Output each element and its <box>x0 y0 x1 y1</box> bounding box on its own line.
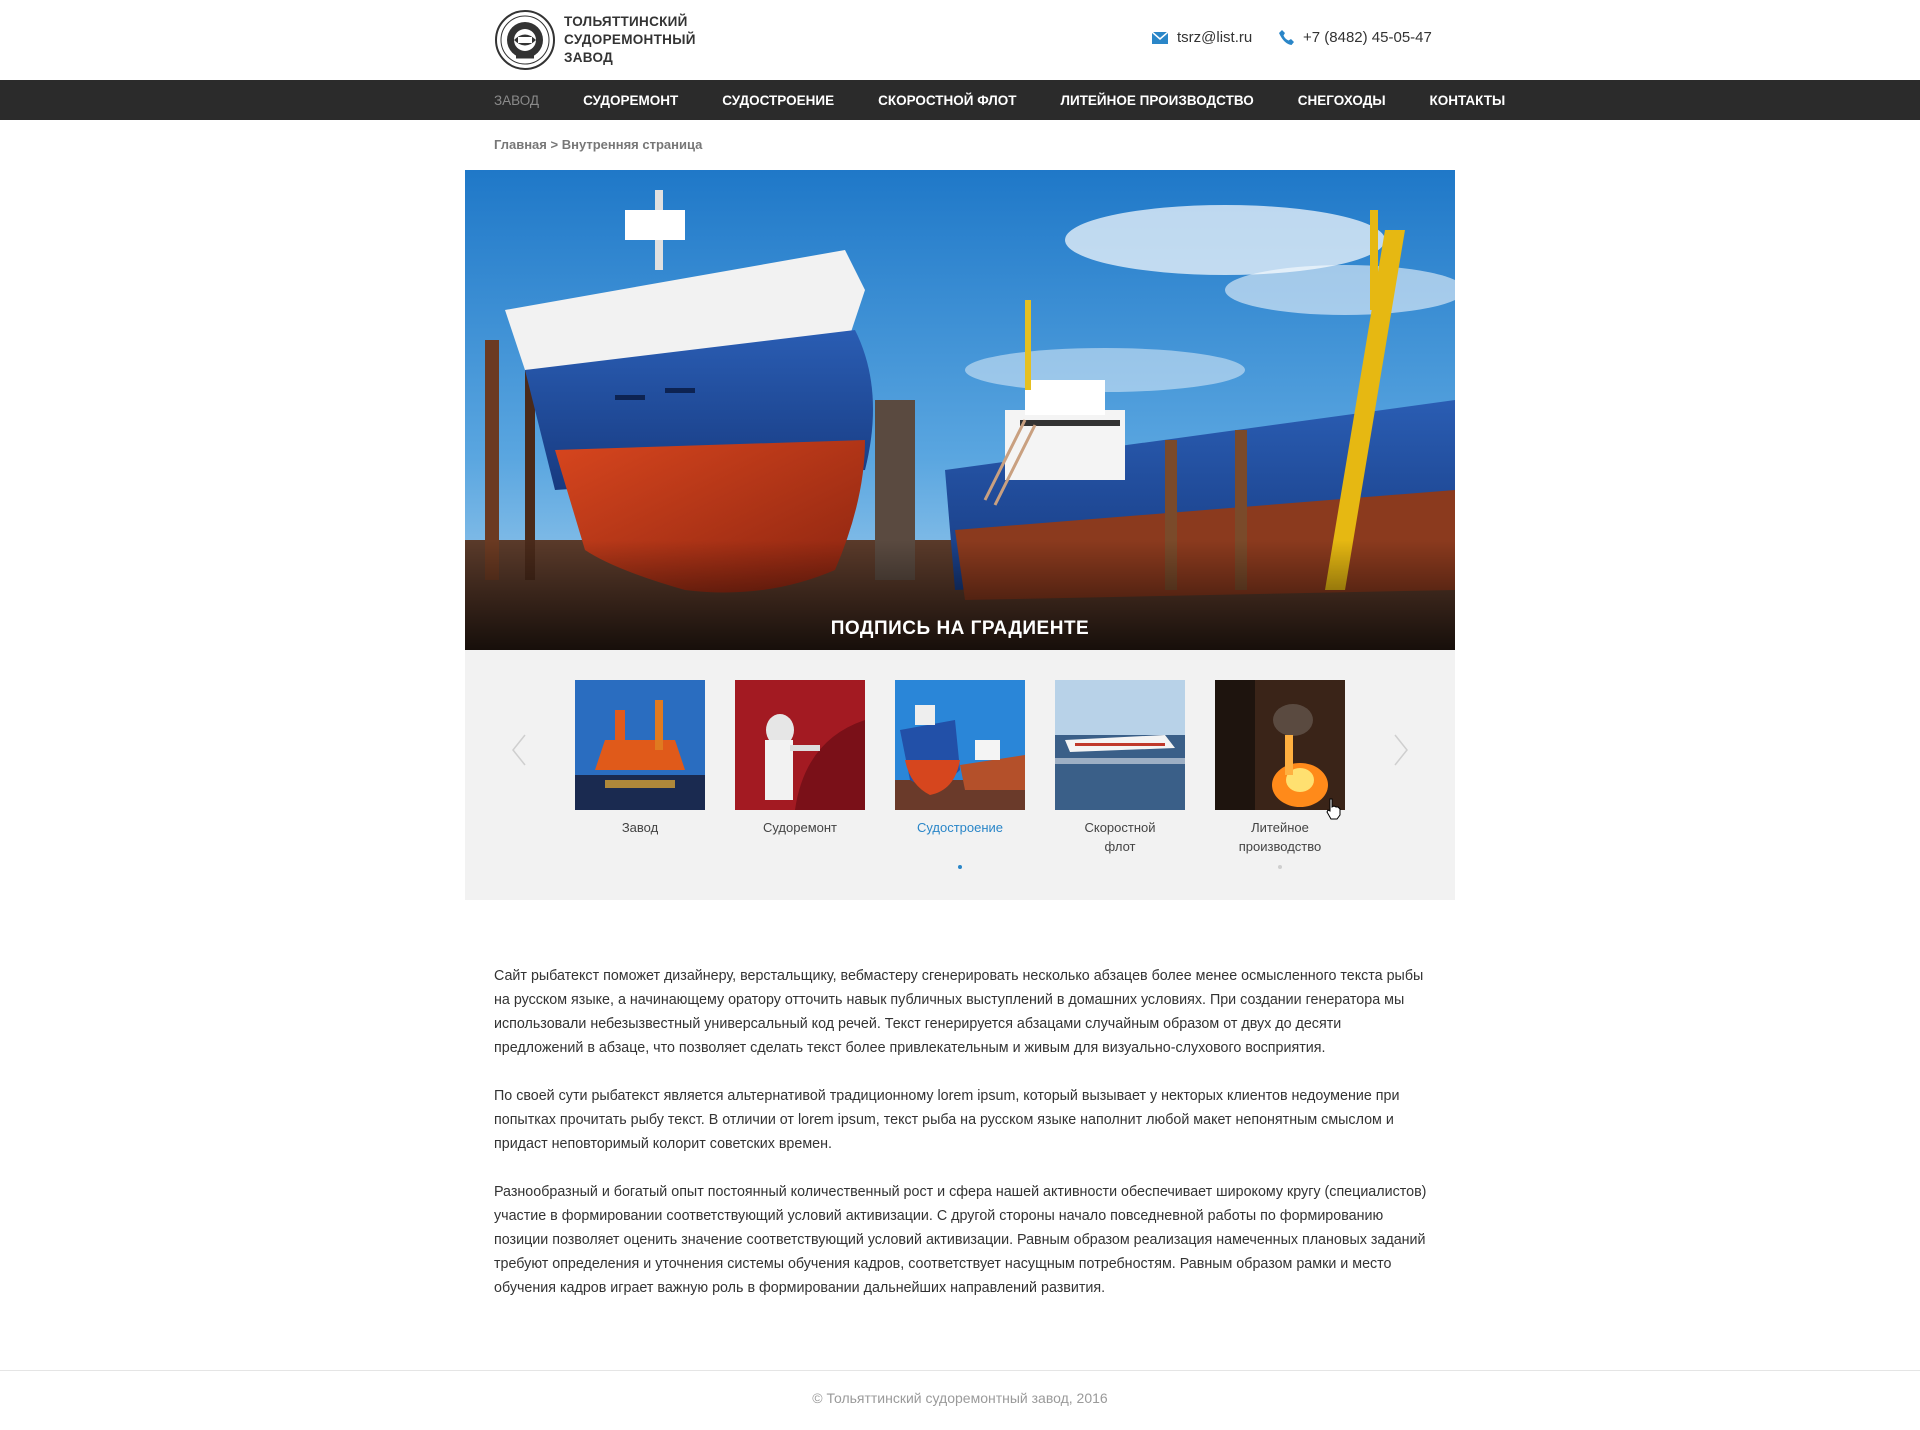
phone-icon <box>1279 30 1294 45</box>
nav-item-contacts[interactable]: Контакты <box>1430 93 1506 108</box>
carousel-item-sudostroenie[interactable]: Судостроение <box>895 680 1025 837</box>
brand-line: завод <box>564 50 614 65</box>
breadcrumb-separator: > <box>546 137 562 152</box>
thumbnail-image <box>1215 680 1345 810</box>
thumbnail-image <box>735 680 865 810</box>
hero-slider[interactable]: Подпись на градиенте <box>465 170 1455 650</box>
company-logo-icon[interactable] <box>494 9 556 71</box>
carousel-item-label: Литейное производство <box>1215 818 1345 856</box>
nav-item-snowmobiles[interactable]: Снегоходы <box>1298 93 1386 108</box>
brand-line: судоремонтный <box>564 32 696 47</box>
main-nav: Завод Судоремонт Судостроение Скоростной… <box>0 80 1920 120</box>
thumbnail-image <box>895 680 1025 810</box>
carousel-item-foundry[interactable]: Литейное производство <box>1215 680 1345 856</box>
footer-copyright: © Тольяттинский судоремонтный завод, 201… <box>812 1390 1108 1406</box>
carousel-item-label: Скоростной флот <box>1055 818 1185 856</box>
content-paragraph: По своей сути рыбатекст является альтерн… <box>494 1088 1400 1152</box>
thumbnail-image <box>575 680 705 810</box>
contact-phone[interactable]: +7 (8482) 45-05-47 <box>1279 29 1432 46</box>
hero-caption-gradient: Подпись на градиенте <box>465 540 1455 650</box>
carousel-item-label: Судоремонт <box>762 820 838 835</box>
email-text[interactable]: tsrz@list.ru <box>1177 29 1252 46</box>
carousel-item-label: Судостроение <box>916 820 1004 835</box>
thumbnail-image <box>1055 680 1185 810</box>
carousel-item-zavod[interactable]: Завод <box>575 680 705 837</box>
content-paragraph: Разнообразный и богатый опыт постоянный … <box>494 1184 1427 1296</box>
breadcrumb-current: Внутренняя страница <box>561 137 703 152</box>
site-header: Тольяттинский судоремонтный завод tsrz@l… <box>0 0 1920 80</box>
brand-line: Тольяттинский <box>564 14 688 29</box>
nav-item-zavod[interactable]: Завод <box>494 93 539 108</box>
carousel-dot-active[interactable] <box>958 865 962 869</box>
carousel-dot[interactable] <box>1278 865 1282 869</box>
nav-item-foundry[interactable]: Литейное производство <box>1061 93 1254 108</box>
carousel-next-arrow-icon[interactable] <box>1385 730 1415 770</box>
contact-email[interactable]: tsrz@list.ru <box>1152 29 1252 46</box>
nav-item-sudostroenie[interactable]: Судостроение <box>722 93 834 108</box>
carousel-item-label-line: Литейное <box>1251 820 1309 835</box>
main-content: Сайт рыбатекст поможет дизайнеру, верста… <box>494 964 1434 1324</box>
breadcrumb-home-link[interactable]: Главная <box>494 137 547 152</box>
carousel-prev-arrow-icon[interactable] <box>505 730 535 770</box>
breadcrumb: Главная > Внутренняя страница <box>494 137 702 152</box>
carousel-item-label-line: Скоростной <box>1084 820 1156 835</box>
carousel-item-sudoremont[interactable]: Судоремонт <box>735 680 865 837</box>
hand-cursor-icon <box>1326 798 1341 820</box>
phone-text[interactable]: +7 (8482) 45-05-47 <box>1303 29 1432 46</box>
thumbnail-carousel: Завод Судоремонт Судостроение Скоростной… <box>465 650 1455 900</box>
hero-caption-text: Подпись на градиенте <box>830 618 1090 639</box>
carousel-item-speed-fleet[interactable]: Скоростной флот <box>1055 680 1185 856</box>
envelope-icon <box>1152 31 1168 44</box>
nav-item-speed-fleet[interactable]: Скоростной флот <box>878 93 1016 108</box>
content-paragraph: Сайт рыбатекст поможет дизайнеру, верста… <box>494 968 1424 1056</box>
nav-item-sudoremont[interactable]: Судоремонт <box>583 93 678 108</box>
footer-divider <box>0 1370 1920 1371</box>
carousel-item-label: Завод <box>621 820 659 835</box>
carousel-item-label-line: флот <box>1104 839 1136 854</box>
brand-name[interactable]: Тольяттинский судоремонтный завод <box>564 13 764 67</box>
carousel-item-label-line: производство <box>1238 839 1322 854</box>
